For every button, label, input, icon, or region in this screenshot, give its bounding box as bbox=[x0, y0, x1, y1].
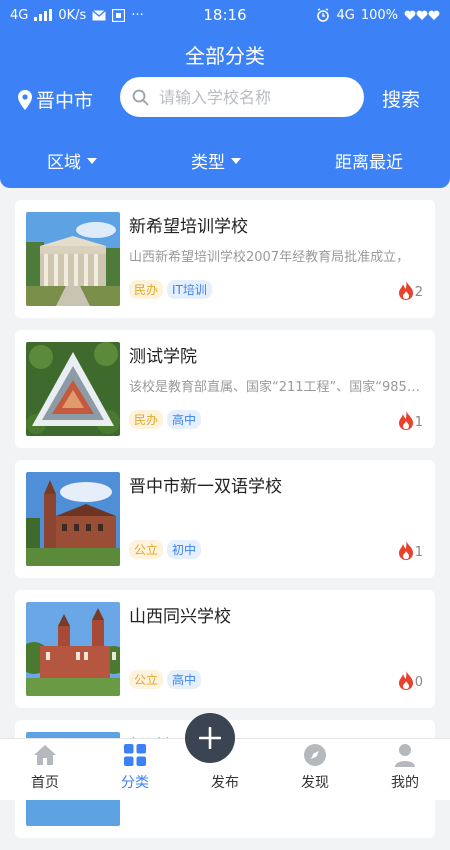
heat-value: 1 bbox=[414, 415, 423, 430]
tab-mine[interactable]: 我的 bbox=[360, 739, 450, 800]
search-button[interactable]: 搜索 bbox=[382, 85, 420, 112]
tag-group: 民办 IT培训 bbox=[129, 280, 212, 299]
filter-distance-label: 距离最近 bbox=[335, 153, 403, 173]
tag-category: 初中 bbox=[167, 540, 202, 559]
home-icon bbox=[34, 745, 56, 765]
filter-type[interactable]: 类型 bbox=[191, 148, 241, 173]
network-label: 4G bbox=[10, 7, 29, 23]
tag-ownership: 公立 bbox=[129, 670, 164, 689]
tag-group: 民办 高中 bbox=[129, 410, 202, 429]
flame-icon bbox=[398, 670, 413, 690]
school-photo bbox=[26, 472, 120, 566]
status-bar: 4G 0K/s ··· 18:16 4G 100% bbox=[0, 0, 450, 30]
battery-hearts-icon bbox=[404, 10, 440, 20]
user-icon bbox=[395, 744, 415, 767]
school-name: 晋中市新一双语学校 bbox=[129, 477, 282, 497]
tag-ownership: 民办 bbox=[129, 280, 164, 299]
school-description: 该校是教育部直属、国家“211工程”、国家“985工程” bbox=[129, 380, 425, 395]
school-name: 山西同兴学校 bbox=[129, 607, 231, 627]
status-right: 4G 100% bbox=[316, 8, 440, 23]
caret-down-icon bbox=[87, 157, 97, 164]
school-name: 新希望培训学校 bbox=[129, 217, 248, 237]
search-icon bbox=[132, 89, 149, 105]
school-description: 山西新希望培训学校2007年经教育局批准成立， bbox=[129, 250, 410, 265]
filter-region-label: 区域 bbox=[47, 153, 81, 173]
tab-category-label: 分类 bbox=[121, 775, 149, 791]
notification-icon bbox=[112, 8, 126, 22]
caret-down-icon bbox=[231, 157, 241, 164]
tab-discover[interactable]: 发现 bbox=[270, 739, 360, 800]
filter-bar: 区域 类型 距离最近 bbox=[0, 148, 450, 173]
filter-region[interactable]: 区域 bbox=[47, 148, 97, 173]
search-input[interactable] bbox=[157, 86, 347, 108]
status-time: 18:16 bbox=[203, 6, 247, 24]
compass-icon bbox=[304, 744, 326, 766]
tab-discover-label: 发现 bbox=[301, 775, 329, 791]
filter-type-label: 类型 bbox=[191, 153, 225, 173]
filter-distance[interactable]: 距离最近 bbox=[335, 148, 403, 173]
status-more: ··· bbox=[131, 7, 144, 23]
header: 全部分类 晋中市 搜索 区域 类型 距离最近 bbox=[0, 30, 450, 188]
tab-home[interactable]: 首页 bbox=[0, 739, 90, 800]
tab-home-label: 首页 bbox=[31, 775, 59, 791]
heat-count: 1 bbox=[398, 540, 423, 560]
tag-group: 公立 高中 bbox=[129, 670, 202, 689]
tag-category: 高中 bbox=[167, 410, 202, 429]
tag-group: 公立 初中 bbox=[129, 540, 202, 559]
location-selector[interactable]: 晋中市 bbox=[18, 86, 93, 113]
school-card[interactable]: 晋中市新一双语学校 公立 初中 1 bbox=[15, 460, 435, 578]
heat-value: 1 bbox=[414, 545, 423, 560]
school-photo bbox=[26, 602, 120, 696]
heat-value: 2 bbox=[414, 285, 423, 300]
tag-ownership: 民办 bbox=[129, 410, 164, 429]
heat-count: 1 bbox=[398, 410, 423, 430]
mail-icon bbox=[92, 9, 107, 20]
tag-category: IT培训 bbox=[167, 280, 212, 299]
location-pin-icon bbox=[18, 89, 32, 110]
tab-category[interactable]: 分类 bbox=[90, 739, 180, 800]
signal-icon bbox=[34, 9, 53, 21]
flame-icon bbox=[398, 540, 413, 560]
plus-icon bbox=[199, 727, 221, 749]
flame-icon bbox=[398, 280, 413, 300]
heat-value: 0 bbox=[414, 675, 423, 690]
school-card[interactable]: 新希望培训学校 山西新希望培训学校2007年经教育局批准成立， 民办 IT培训 … bbox=[15, 200, 435, 318]
school-photo bbox=[26, 212, 120, 306]
publish-fab-button[interactable] bbox=[185, 713, 235, 763]
heat-count: 0 bbox=[398, 670, 423, 690]
flame-icon bbox=[398, 410, 413, 430]
location-label: 晋中市 bbox=[36, 90, 94, 112]
tag-category: 高中 bbox=[167, 670, 202, 689]
school-card[interactable]: 测试学院 该校是教育部直属、国家“211工程”、国家“985工程” 民办 高中 … bbox=[15, 330, 435, 448]
network-label-2: 4G bbox=[336, 7, 355, 23]
grid-icon bbox=[124, 744, 146, 766]
tag-ownership: 公立 bbox=[129, 540, 164, 559]
tab-mine-label: 我的 bbox=[391, 775, 419, 791]
network-speed: 0K/s bbox=[58, 7, 87, 23]
page-title: 全部分类 bbox=[185, 44, 265, 68]
school-photo bbox=[26, 342, 120, 436]
heat-count: 2 bbox=[398, 280, 423, 300]
school-card[interactable]: 山西同兴学校 公立 高中 0 bbox=[15, 590, 435, 708]
school-name: 测试学院 bbox=[129, 347, 197, 367]
search-box[interactable] bbox=[120, 77, 364, 117]
alarm-icon bbox=[317, 8, 330, 22]
tab-publish-label: 发布 bbox=[211, 775, 239, 791]
status-left: 4G 0K/s ··· bbox=[10, 8, 144, 23]
battery-level: 100% bbox=[360, 7, 398, 23]
